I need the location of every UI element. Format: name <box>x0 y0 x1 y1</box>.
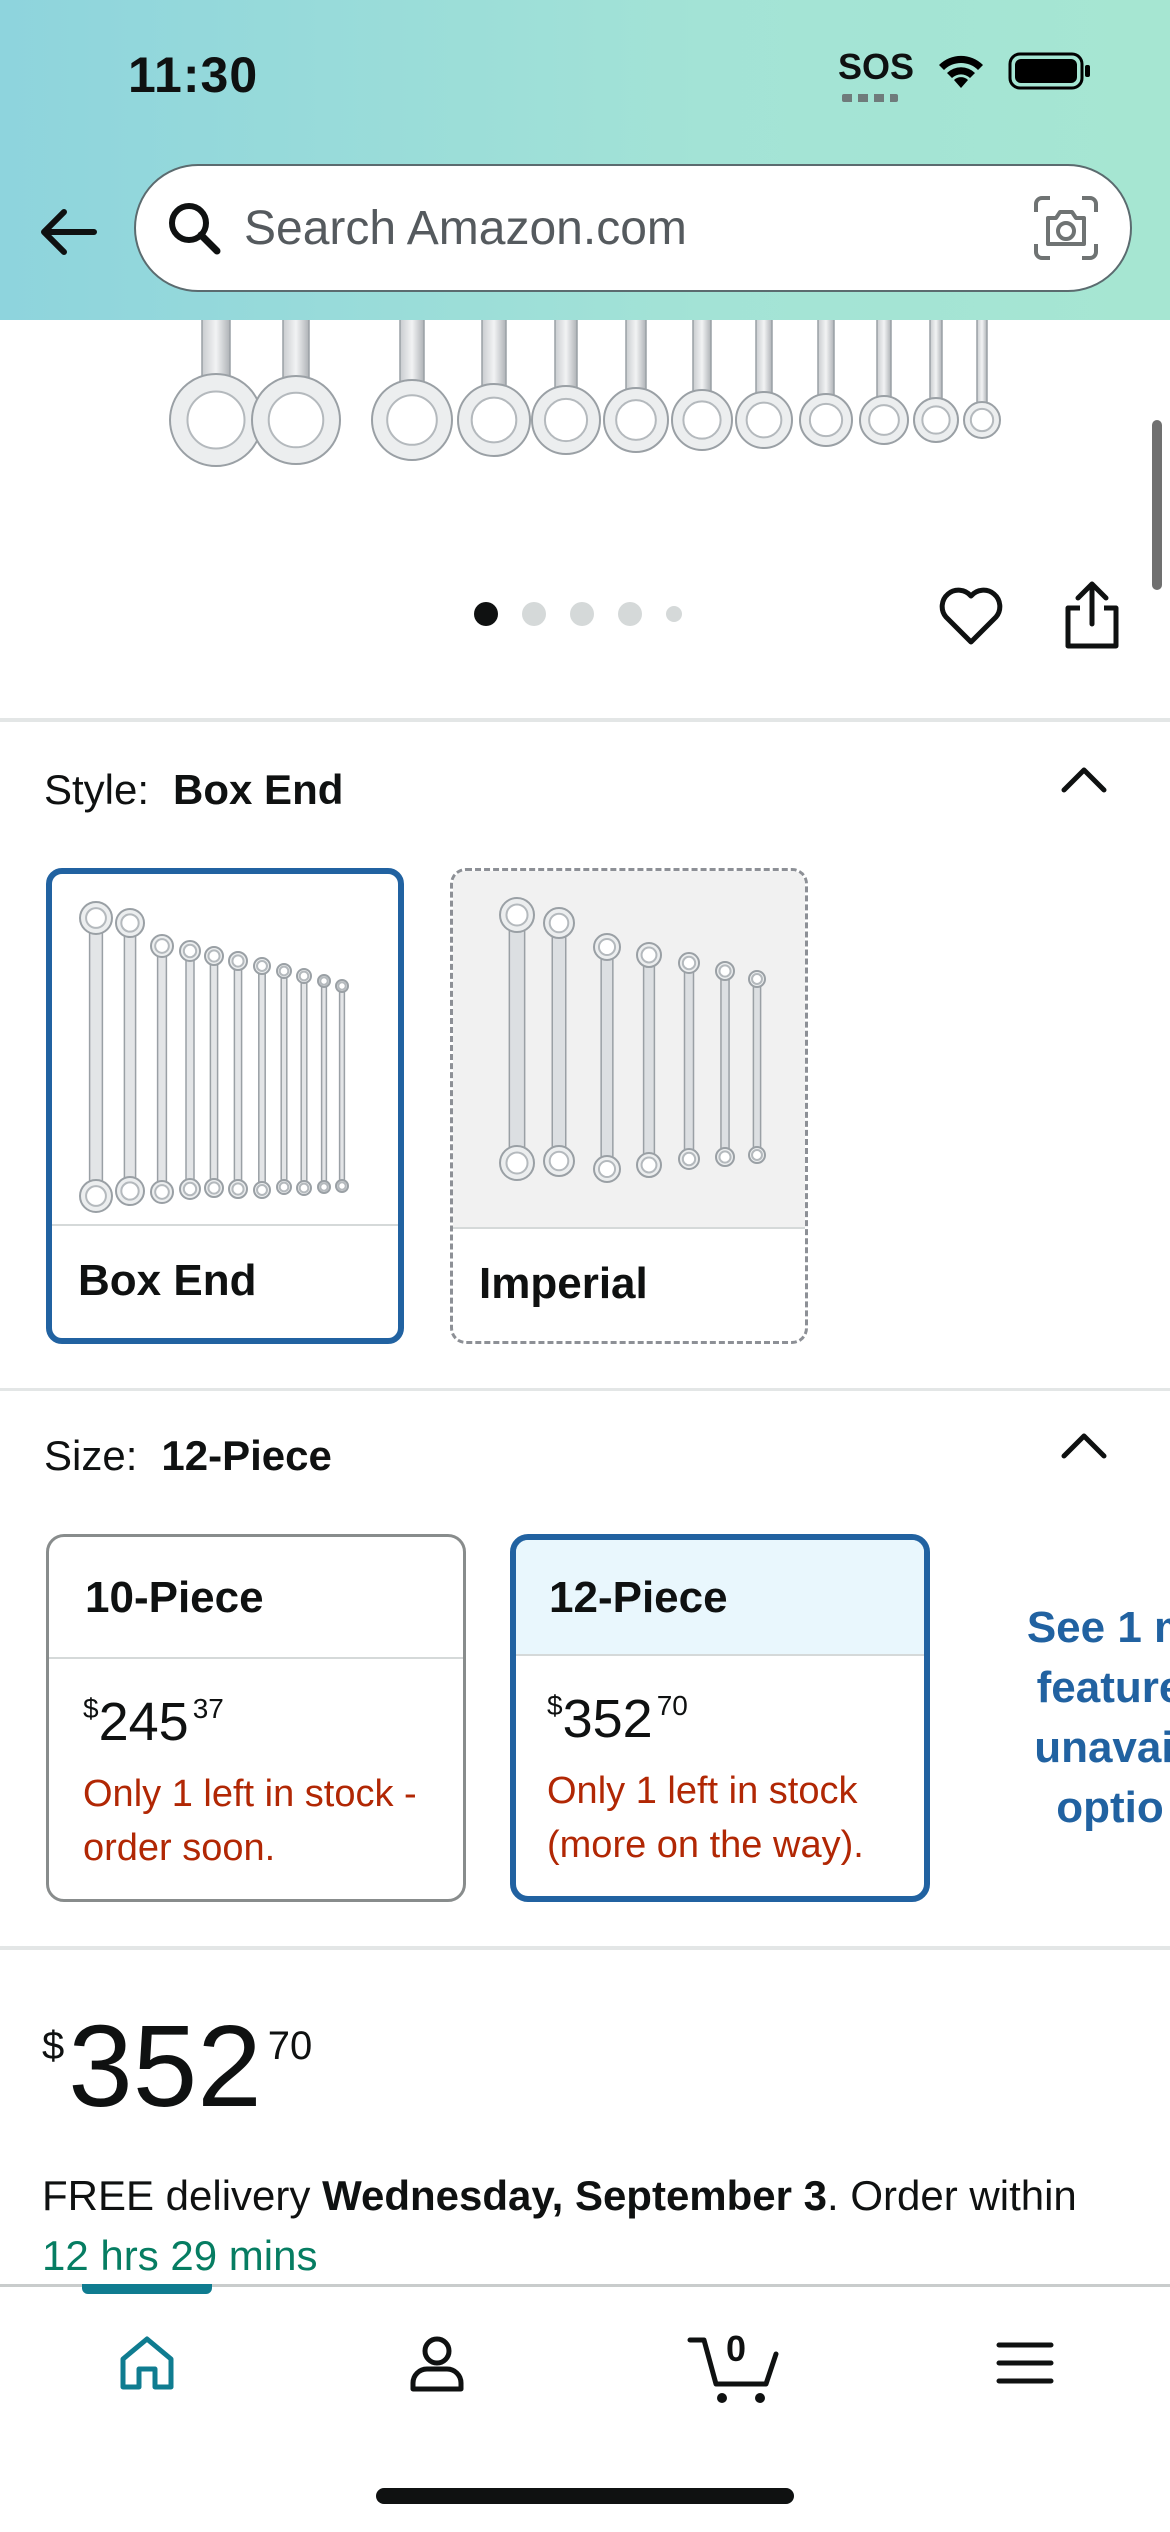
style-selected-value: Box End <box>173 766 344 813</box>
nav-account[interactable] <box>392 2318 482 2408</box>
home-icon <box>120 2336 174 2390</box>
style-option-imperial[interactable]: Imperial <box>450 868 808 1344</box>
collapse-size-chevron-icon[interactable] <box>1058 1424 1110 1464</box>
see-unavailable-options-link[interactable]: See 1 m feature unavail optio <box>990 1598 1170 1838</box>
nav-home[interactable] <box>102 2318 192 2408</box>
hamburger-menu-icon <box>996 2342 1054 2384</box>
size-option-12-piece[interactable]: 12-Piece $352 70 Only 1 left in stock (mo… <box>510 1534 930 1902</box>
size-label: Size: 12-Piece <box>44 1432 332 1479</box>
nav-cart[interactable]: 0 <box>686 2318 786 2408</box>
size-option-price: $352 70 <box>547 1689 688 1749</box>
header: 11:30 SOS <box>0 0 1170 320</box>
sos-indicator: SOS <box>838 46 914 102</box>
search-input[interactable] <box>244 200 984 256</box>
back-arrow-icon <box>41 209 97 255</box>
style-label: Style: Box End <box>44 766 344 813</box>
share-icon[interactable] <box>1060 580 1124 652</box>
battery-icon <box>1008 52 1090 90</box>
status-icons: SOS <box>838 46 1092 102</box>
style-option-box-end[interactable]: Box End <box>46 868 404 1344</box>
style-option-label: Imperial <box>453 1227 805 1341</box>
camera-search-icon[interactable] <box>1032 194 1100 262</box>
wishlist-heart-icon[interactable] <box>936 582 1006 652</box>
divider <box>0 1946 1170 1950</box>
wifi-icon <box>939 55 983 88</box>
scrollbar-thumb[interactable] <box>1152 420 1162 590</box>
size-option-label: 10-Piece <box>49 1537 463 1659</box>
nav-menu[interactable] <box>980 2318 1070 2408</box>
active-tab-indicator <box>82 2284 212 2294</box>
divider <box>0 1388 1170 1391</box>
cart-count: 0 <box>725 2328 747 2369</box>
search-icon <box>162 196 226 260</box>
account-icon <box>410 2336 464 2392</box>
size-selected-value: 12-Piece <box>161 1432 332 1479</box>
divider <box>0 718 1170 722</box>
product-price: $ 352 70 <box>42 2001 313 2131</box>
size-option-10-piece[interactable]: 10-Piece $245 37 Only 1 left in stock - o… <box>46 1534 466 1902</box>
search-bar[interactable] <box>134 164 1132 292</box>
pagination-dot[interactable] <box>570 602 594 626</box>
order-countdown: 12 hrs 29 mins <box>42 2232 318 2279</box>
style-option-image <box>52 874 398 1230</box>
pagination-dot[interactable] <box>666 606 682 622</box>
product-image[interactable] <box>0 320 1170 720</box>
size-option-label: 12-Piece <box>516 1540 924 1656</box>
pagination-dot[interactable] <box>474 602 498 626</box>
pagination-dot[interactable] <box>618 602 642 626</box>
size-option-price: $245 37 <box>83 1692 224 1752</box>
back-button[interactable] <box>36 200 100 264</box>
stock-status: Only 1 left in stock (more on the way). <box>547 1770 864 1866</box>
style-option-image <box>453 871 805 1227</box>
status-time: 11:30 <box>128 47 259 103</box>
pagination-dot[interactable] <box>522 602 546 626</box>
image-pagination[interactable] <box>474 602 682 626</box>
delivery-date: Wednesday, September 3 <box>322 2172 828 2219</box>
style-option-label: Box End <box>52 1224 398 1338</box>
home-indicator <box>376 2488 794 2504</box>
stock-status: Only 1 left in stock - order soon. <box>83 1773 417 1869</box>
collapse-style-chevron-icon[interactable] <box>1058 758 1110 798</box>
delivery-info: FREE delivery Wednesday, September 3. Or… <box>42 2172 1077 2279</box>
